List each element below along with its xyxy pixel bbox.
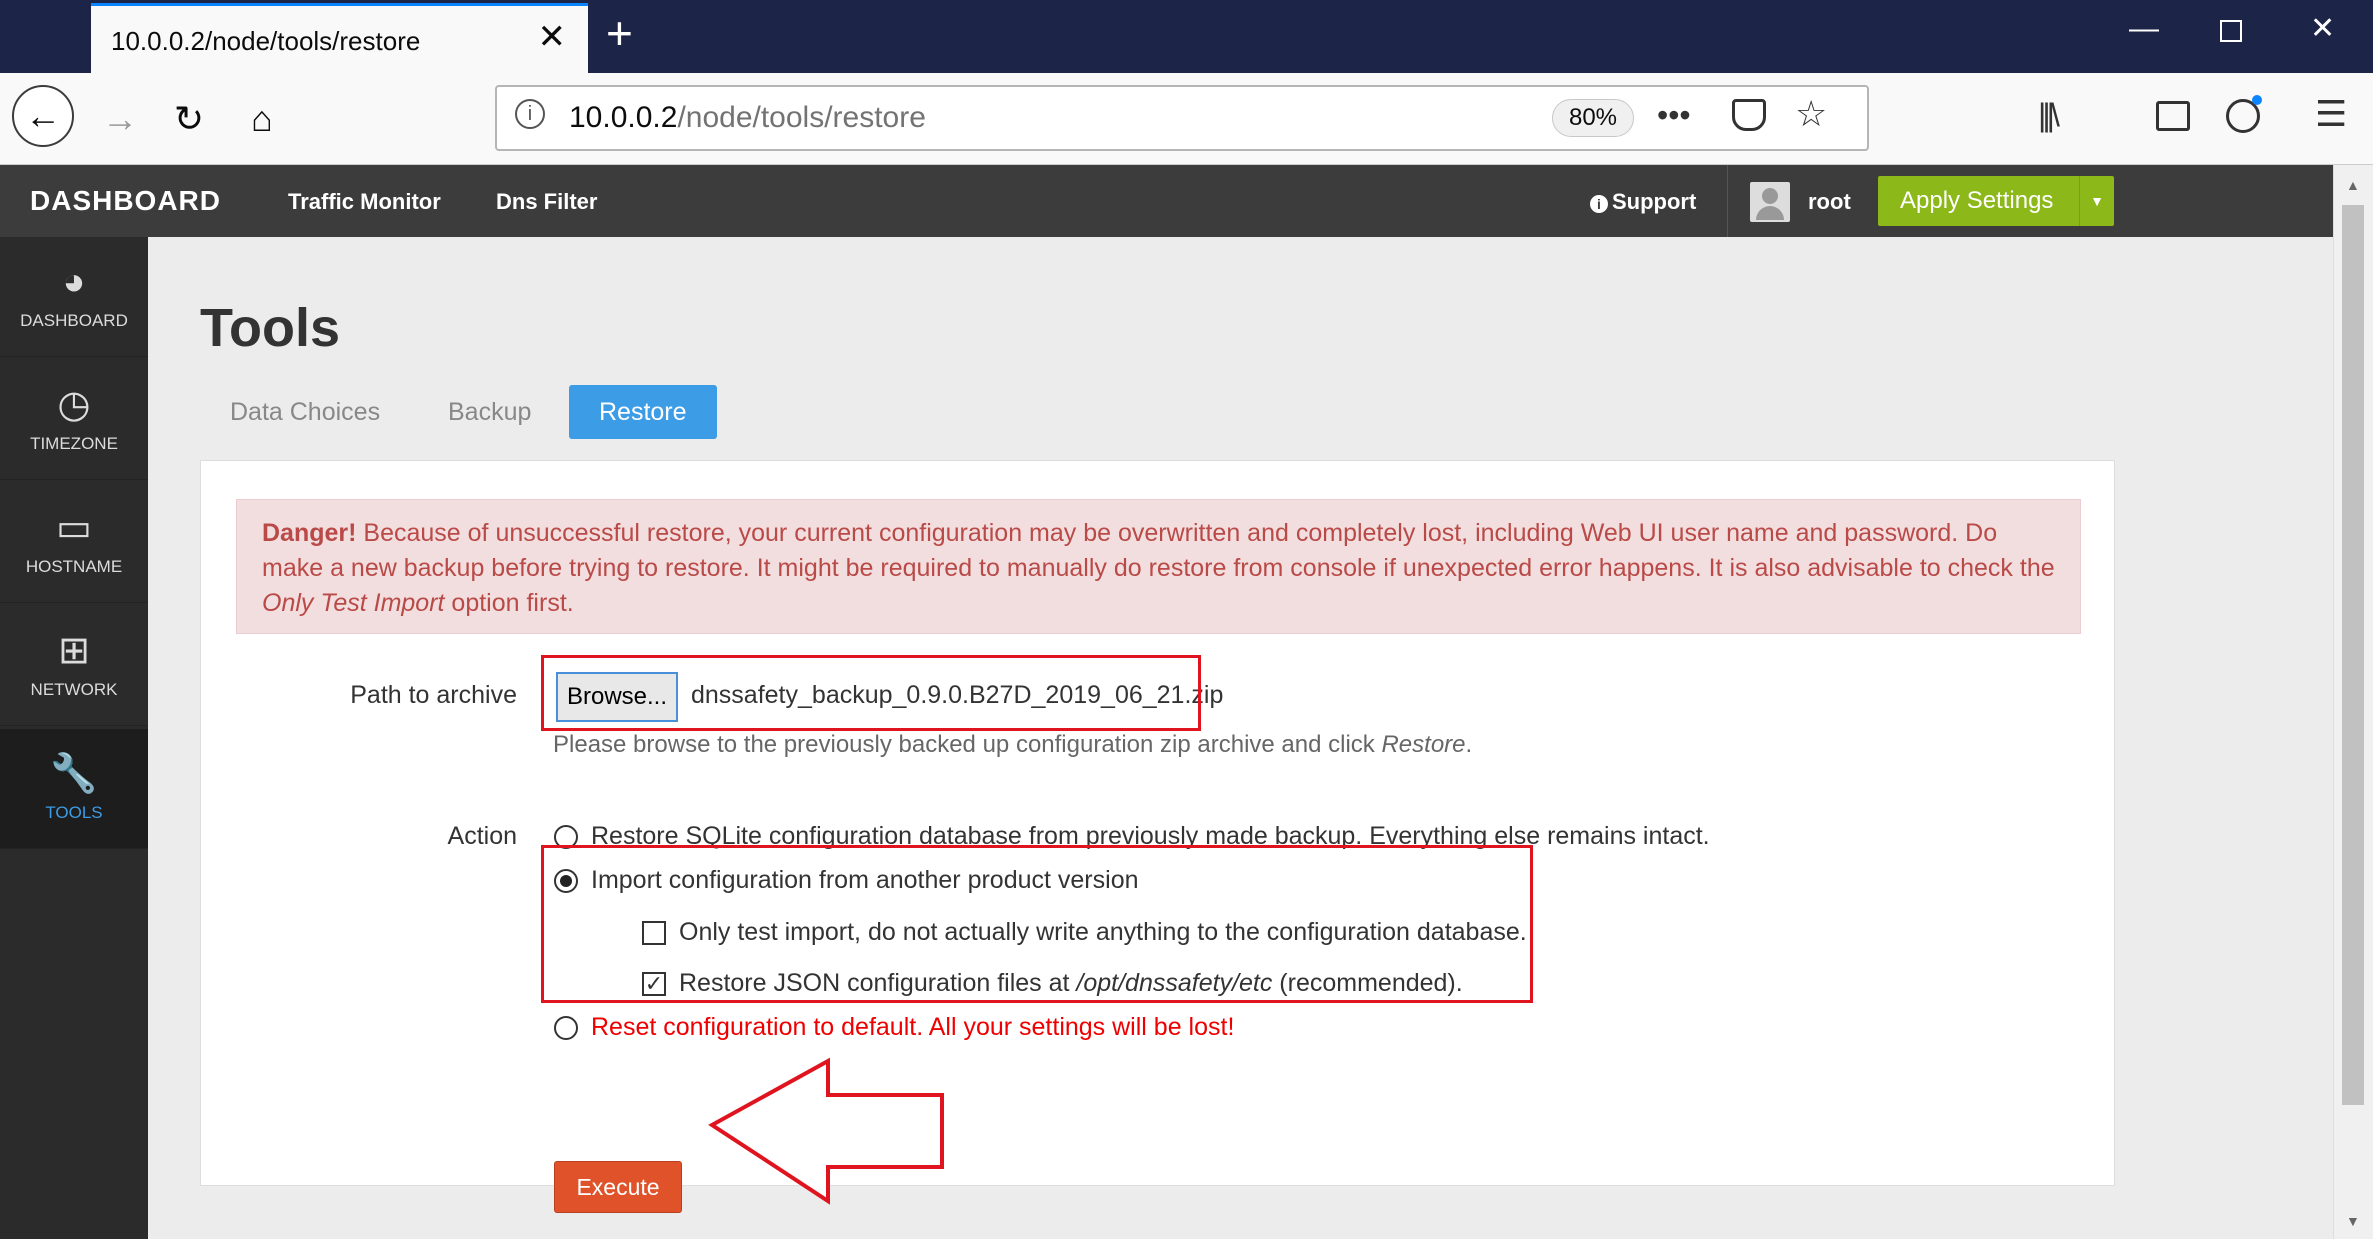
- restore-panel: Danger! Because of unsuccessful restore,…: [200, 460, 2115, 1213]
- sidebar-item-tools[interactable]: 🔧 TOOLS: [0, 729, 148, 849]
- menu-icon[interactable]: ☰: [2315, 93, 2347, 135]
- header-divider: [1727, 165, 1728, 237]
- back-arrow-icon[interactable]: ←: [12, 85, 74, 147]
- sitemap-icon: ⊞: [58, 629, 90, 672]
- minimize-icon[interactable]: —: [2129, 14, 2159, 44]
- caret-down-icon[interactable]: ▼: [2079, 176, 2114, 226]
- support-link[interactable]: i Support: [1590, 189, 1696, 215]
- speedometer-icon: ◕: [62, 260, 86, 303]
- url-bar[interactable]: i 10.0.0.2/node/tools/restore 80% ••• ☆: [495, 85, 1869, 151]
- danger-alert: Danger! Because of unsuccessful restore,…: [236, 499, 2081, 634]
- wrench-icon: 🔧: [50, 752, 98, 795]
- new-tab-icon[interactable]: +: [606, 10, 633, 56]
- close-tab-icon[interactable]: ✕: [538, 20, 567, 54]
- account-badge: [2252, 95, 2262, 105]
- execute-button[interactable]: Execute: [554, 1161, 682, 1213]
- app-header: DASHBOARD Traffic Monitor Dns Filter i Su…: [0, 165, 2333, 237]
- info-circle-icon: i: [1590, 195, 1608, 213]
- browser-titlebar: 10.0.0.2/node/tools/restore ✕ + — ✕: [0, 0, 2373, 73]
- apply-settings-button[interactable]: Apply Settings ▼: [1878, 176, 2114, 226]
- page-title: Tools: [200, 298, 340, 358]
- close-window-icon[interactable]: ✕: [2310, 14, 2335, 44]
- info-icon[interactable]: i: [515, 99, 545, 129]
- user-avatar[interactable]: [1750, 182, 1790, 222]
- pocket-icon[interactable]: [1732, 99, 1766, 131]
- scroll-up-icon[interactable]: ▲: [2346, 177, 2360, 193]
- main-content: Tools Data Choices Backup Restore Danger…: [148, 237, 2333, 1239]
- tab-backup[interactable]: Backup: [418, 385, 561, 439]
- annotation-file-box: [541, 655, 1201, 731]
- hdd-icon: ▭: [56, 506, 92, 549]
- url-text[interactable]: 10.0.0.2/node/tools/restore: [569, 101, 926, 135]
- page-scrollbar[interactable]: ▲ ▼: [2333, 165, 2373, 1239]
- tab-title: 10.0.0.2/node/tools/restore: [111, 26, 421, 56]
- library-icon[interactable]: |||\: [2038, 97, 2060, 134]
- forward-arrow-icon[interactable]: →: [94, 93, 146, 145]
- tab-data-choices[interactable]: Data Choices: [200, 385, 410, 439]
- annotation-options-box: [541, 845, 1533, 1003]
- maximize-icon[interactable]: [2220, 20, 2242, 42]
- more-actions-icon[interactable]: •••: [1657, 97, 1691, 134]
- browser-tab[interactable]: 10.0.0.2/node/tools/restore ✕: [91, 3, 588, 73]
- sidebar-item-network[interactable]: ⊞ NETWORK: [0, 606, 148, 726]
- scroll-thumb[interactable]: [2342, 205, 2364, 1105]
- reload-icon[interactable]: ↻: [163, 93, 215, 145]
- path-help-text: Please browse to the previously backed u…: [553, 731, 1473, 758]
- sidebar-toggle-icon[interactable]: [2156, 101, 2190, 131]
- home-icon[interactable]: ⌂: [236, 93, 288, 145]
- user-name[interactable]: root: [1808, 189, 1851, 215]
- clock-icon: ◷: [57, 383, 91, 426]
- action-label: Action: [447, 822, 517, 850]
- zoom-level[interactable]: 80%: [1552, 99, 1634, 137]
- sidebar-item-dashboard[interactable]: ◕ DASHBOARD: [0, 237, 148, 357]
- nav-dns-filter[interactable]: Dns Filter: [496, 189, 597, 215]
- browser-navbar: ← → ↻ ⌂ i 10.0.0.2/node/tools/restore 80…: [0, 73, 2373, 165]
- tab-restore[interactable]: Restore: [569, 385, 717, 439]
- nav-traffic-monitor[interactable]: Traffic Monitor: [288, 189, 441, 215]
- brand-logo[interactable]: DASHBOARD: [30, 185, 221, 217]
- annotation-arrow: [708, 1057, 944, 1205]
- scroll-down-icon[interactable]: ▼: [2346, 1213, 2360, 1229]
- sidebar-item-timezone[interactable]: ◷ TIMEZONE: [0, 360, 148, 480]
- sidebar-item-hostname[interactable]: ▭ HOSTNAME: [0, 483, 148, 603]
- path-label: Path to archive: [350, 681, 517, 709]
- alert-title: Danger!: [262, 519, 357, 547]
- radio-reset-config[interactable]: [554, 1016, 578, 1040]
- bookmark-star-icon[interactable]: ☆: [1795, 93, 1827, 135]
- sidebar: ◕ DASHBOARD ◷ TIMEZONE ▭ HOSTNAME ⊞ NETW…: [0, 237, 148, 1239]
- option-reset-config-label: Reset configuration to default. All your…: [591, 1013, 1235, 1041]
